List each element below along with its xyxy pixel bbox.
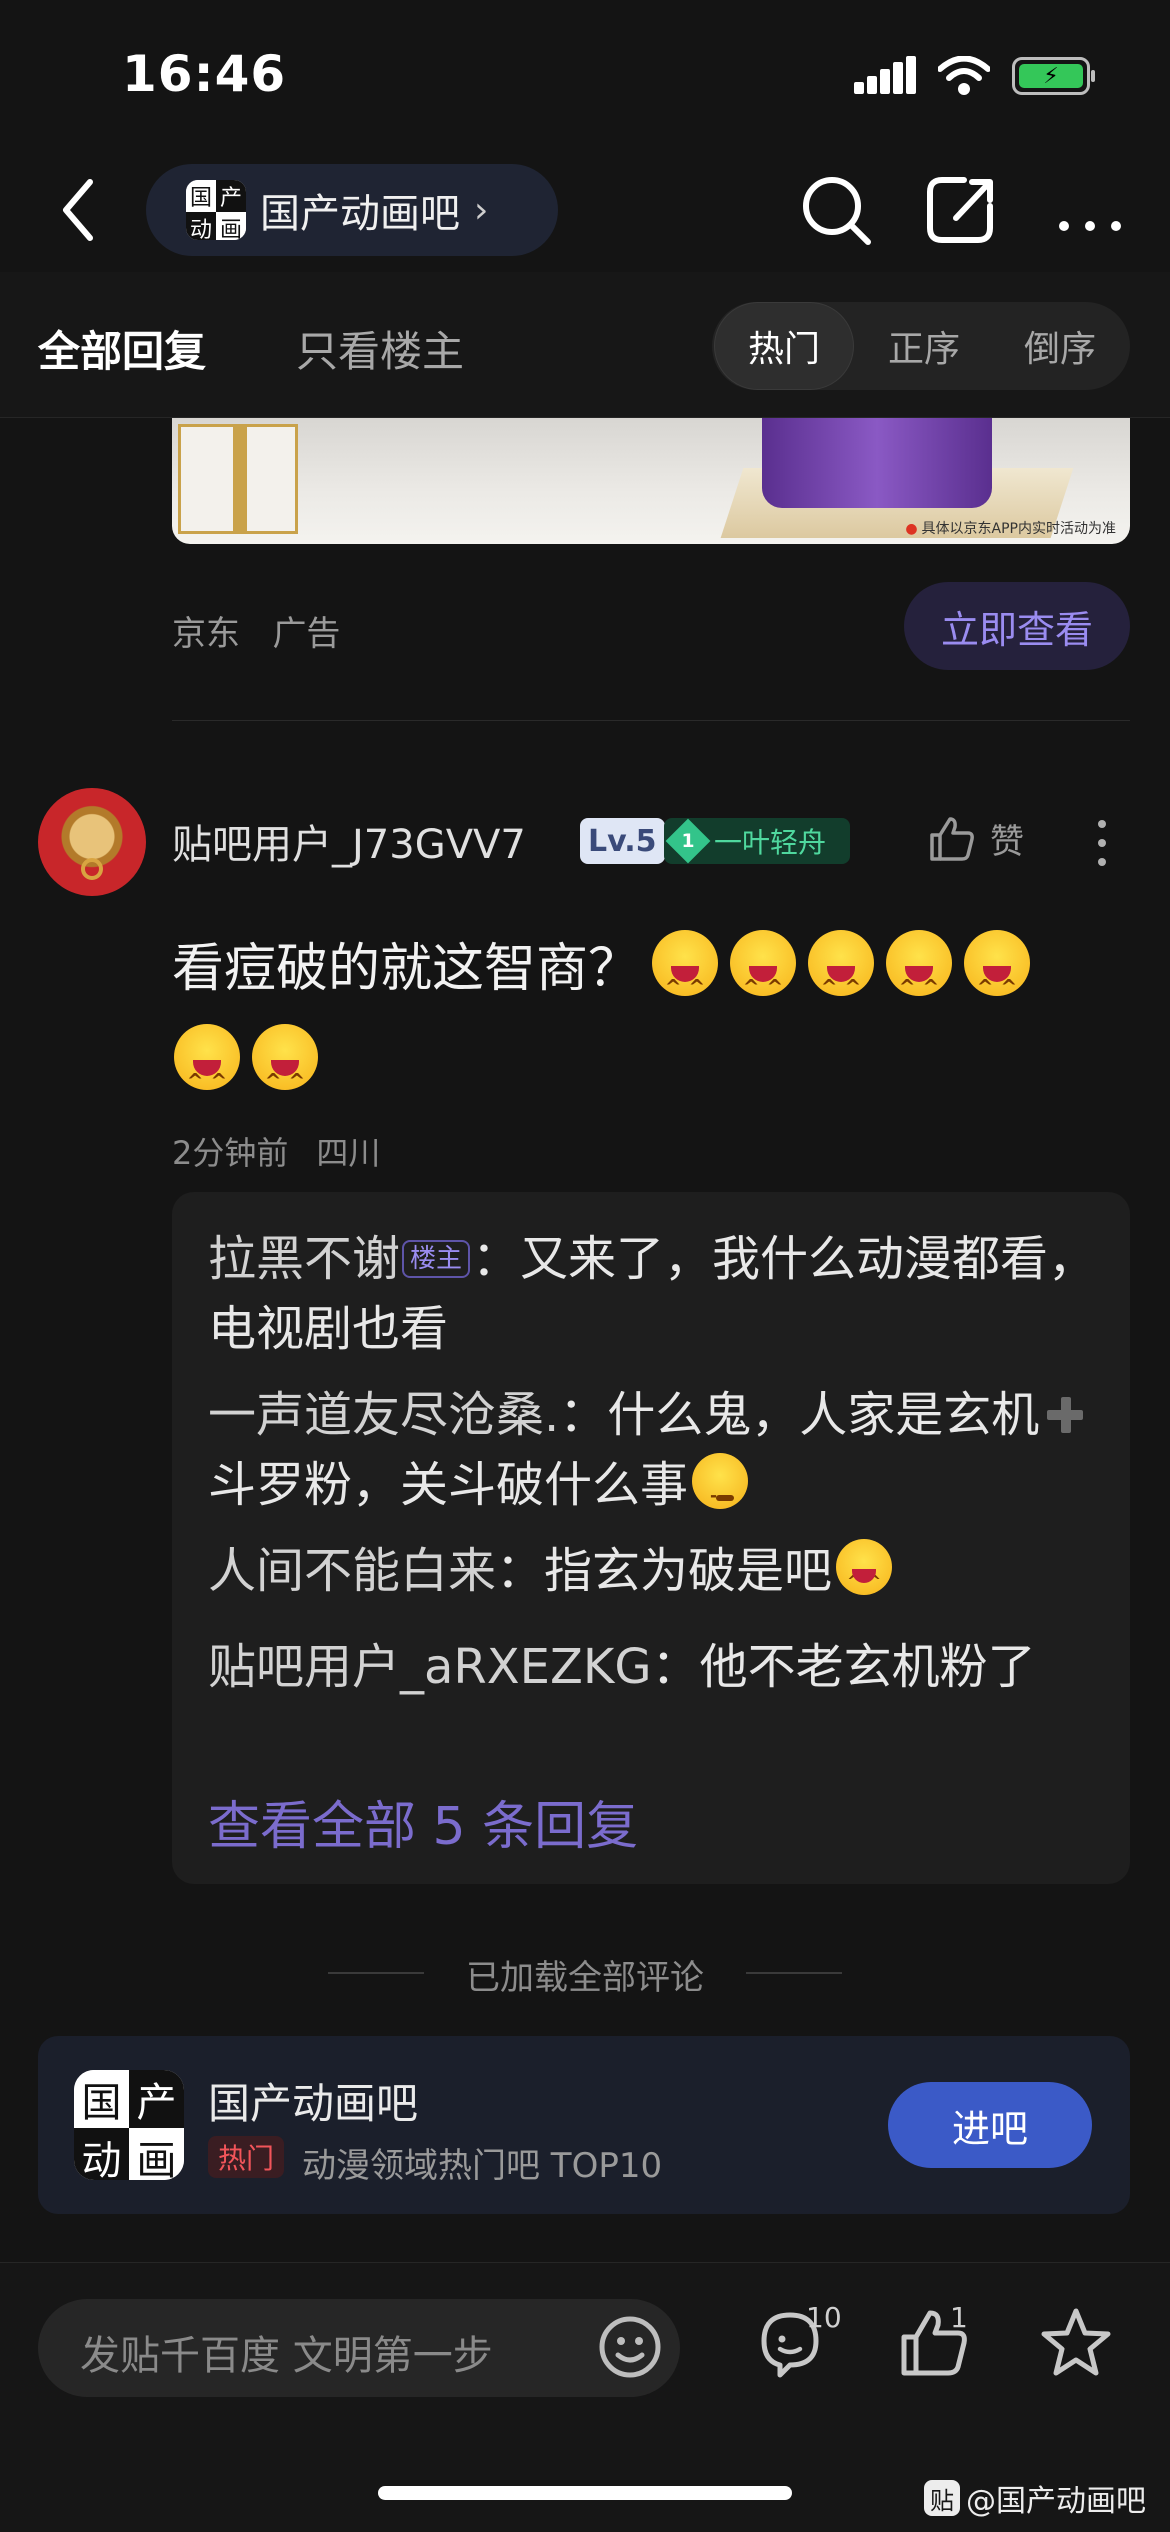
thumbs-up-icon xyxy=(930,816,974,861)
cellular-signal-icon xyxy=(854,56,916,94)
search-icon[interactable] xyxy=(796,170,876,250)
comment-count: 10 xyxy=(806,2301,842,2334)
sub-reply[interactable]: 人间不能白来：指玄为破是吧 xyxy=(208,1536,1098,1617)
laughing-emoji-icon xyxy=(174,1024,240,1128)
comment-body: 看痘破的就这智商？ xyxy=(172,922,1092,1128)
laughing-emoji-icon xyxy=(886,930,953,1034)
sort-hot[interactable]: 热门 xyxy=(714,302,854,390)
divider xyxy=(172,720,1130,721)
wifi-icon xyxy=(938,56,990,95)
compose-input[interactable]: 发贴千百度 文明第一步 xyxy=(38,2299,680,2397)
view-all-replies-link[interactable]: 查看全部 5 条回复 xyxy=(208,1784,638,1859)
status-time: 16:46 xyxy=(122,45,287,103)
comment-username[interactable]: 贴吧用户_J73GVV7 xyxy=(172,812,526,870)
like-count: 1 xyxy=(950,2301,968,2334)
top-nav: 国 产 动 画 国产动画吧 › xyxy=(0,150,1170,272)
sort-toggle: 热门 正序 倒序 xyxy=(712,302,1130,390)
tab-op-only[interactable]: 只看楼主 xyxy=(296,318,464,379)
title-badge: 1 一叶轻舟 xyxy=(664,818,850,864)
comment-time: 2分钟前 xyxy=(172,1134,289,1172)
forum-name: 国产动画吧 xyxy=(260,191,460,237)
status-bar: 16:46 ⚡ xyxy=(0,0,1170,150)
sub-replies[interactable]: 拉黑不谢 楼主 ：又来了，我什么动漫都看，电视剧也看 一声道友尽沧桑.：什么鬼，人家… xyxy=(172,1192,1130,1884)
sort-descending[interactable]: 倒序 xyxy=(994,302,1126,390)
level-badge: Lv.5 xyxy=(580,818,665,864)
ad-disclaimer: 具体以京东APP内实时活动为准 xyxy=(905,518,1116,538)
ad-gift-box xyxy=(178,424,298,534)
laughing-emoji-icon xyxy=(808,930,875,1034)
sweat-emoji-icon xyxy=(692,1453,749,1531)
status-icons: ⚡ xyxy=(854,56,1095,96)
ad-label: 广告 xyxy=(272,614,341,654)
sort-ascending[interactable]: 正序 xyxy=(858,302,990,390)
forum-card-desc: 动漫领域热门吧 TOP10 xyxy=(302,2146,663,2186)
star-icon[interactable] xyxy=(1036,2303,1116,2383)
ad-product-can xyxy=(762,418,992,508)
share-icon[interactable] xyxy=(920,170,1000,250)
forum-card-name: 国产动画吧 xyxy=(208,2079,419,2128)
compose-placeholder: 发贴千百度 文明第一步 xyxy=(80,2333,493,2379)
back-icon[interactable] xyxy=(58,178,98,242)
plus-icon xyxy=(1043,1393,1087,1437)
sub-reply[interactable]: 贴吧用户_aRXEZKG：他不老玄机粉了 xyxy=(208,1632,1098,1702)
chevron-right-icon: › xyxy=(474,189,489,231)
hot-badge: 热门 xyxy=(208,2136,285,2178)
comment-meta: 2分钟前 四川 xyxy=(172,1128,380,1174)
tab-all-replies[interactable]: 全部回复 xyxy=(38,318,206,379)
comment-like-button[interactable]: 赞 xyxy=(928,814,1024,863)
laughing-emoji-icon xyxy=(252,1024,318,1128)
forum-logo: 国 产 动 画 xyxy=(186,180,246,240)
watermark: 贴 @国产动画吧 xyxy=(924,2476,1146,2520)
laughing-emoji-icon xyxy=(730,930,797,1034)
forum-logo: 国 产 动 画 xyxy=(74,2070,184,2180)
laughing-emoji-icon xyxy=(652,930,719,1034)
all-loaded-text: 已加载全部评论 xyxy=(466,1958,704,1998)
sub-reply[interactable]: 一声道友尽沧桑.：什么鬼，人家是玄机斗罗粉，关斗破什么事 xyxy=(208,1380,1098,1531)
tieba-logo-icon: 贴 xyxy=(924,2480,960,2516)
sub-reply[interactable]: 拉黑不谢 楼主 ：又来了，我什么动漫都看，电视剧也看 xyxy=(208,1224,1098,1364)
battery-icon: ⚡ xyxy=(1012,57,1095,95)
reply-filter-bar: 全部回复 只看楼主 热门 正序 倒序 xyxy=(0,272,1170,418)
comment-more-icon[interactable] xyxy=(1096,818,1108,868)
gem-icon: 1 xyxy=(665,818,711,864)
join-forum-button[interactable]: 进吧 xyxy=(888,2082,1092,2168)
forum-card[interactable]: 国 产 动 画 国产动画吧 热门 动漫领域热门吧 TOP10 进吧 xyxy=(38,2036,1130,2214)
ad-source: 京东 广告 xyxy=(172,614,341,654)
home-indicator xyxy=(378,2486,792,2500)
forum-pill[interactable]: 国 产 动 画 国产动画吧 › xyxy=(146,164,558,256)
divider xyxy=(746,1972,842,1974)
more-icon[interactable] xyxy=(1050,170,1130,250)
op-tag: 楼主 xyxy=(402,1240,471,1278)
laughing-emoji-icon xyxy=(964,930,1031,1034)
emoji-picker-icon[interactable] xyxy=(594,2311,666,2383)
laughing-emoji-icon xyxy=(836,1539,893,1617)
avatar[interactable] xyxy=(38,788,146,896)
comment-location: 四川 xyxy=(316,1134,381,1172)
ad-view-button[interactable]: 立即查看 xyxy=(904,582,1130,670)
ad-image[interactable]: 具体以京东APP内实时活动为准 xyxy=(172,418,1130,544)
